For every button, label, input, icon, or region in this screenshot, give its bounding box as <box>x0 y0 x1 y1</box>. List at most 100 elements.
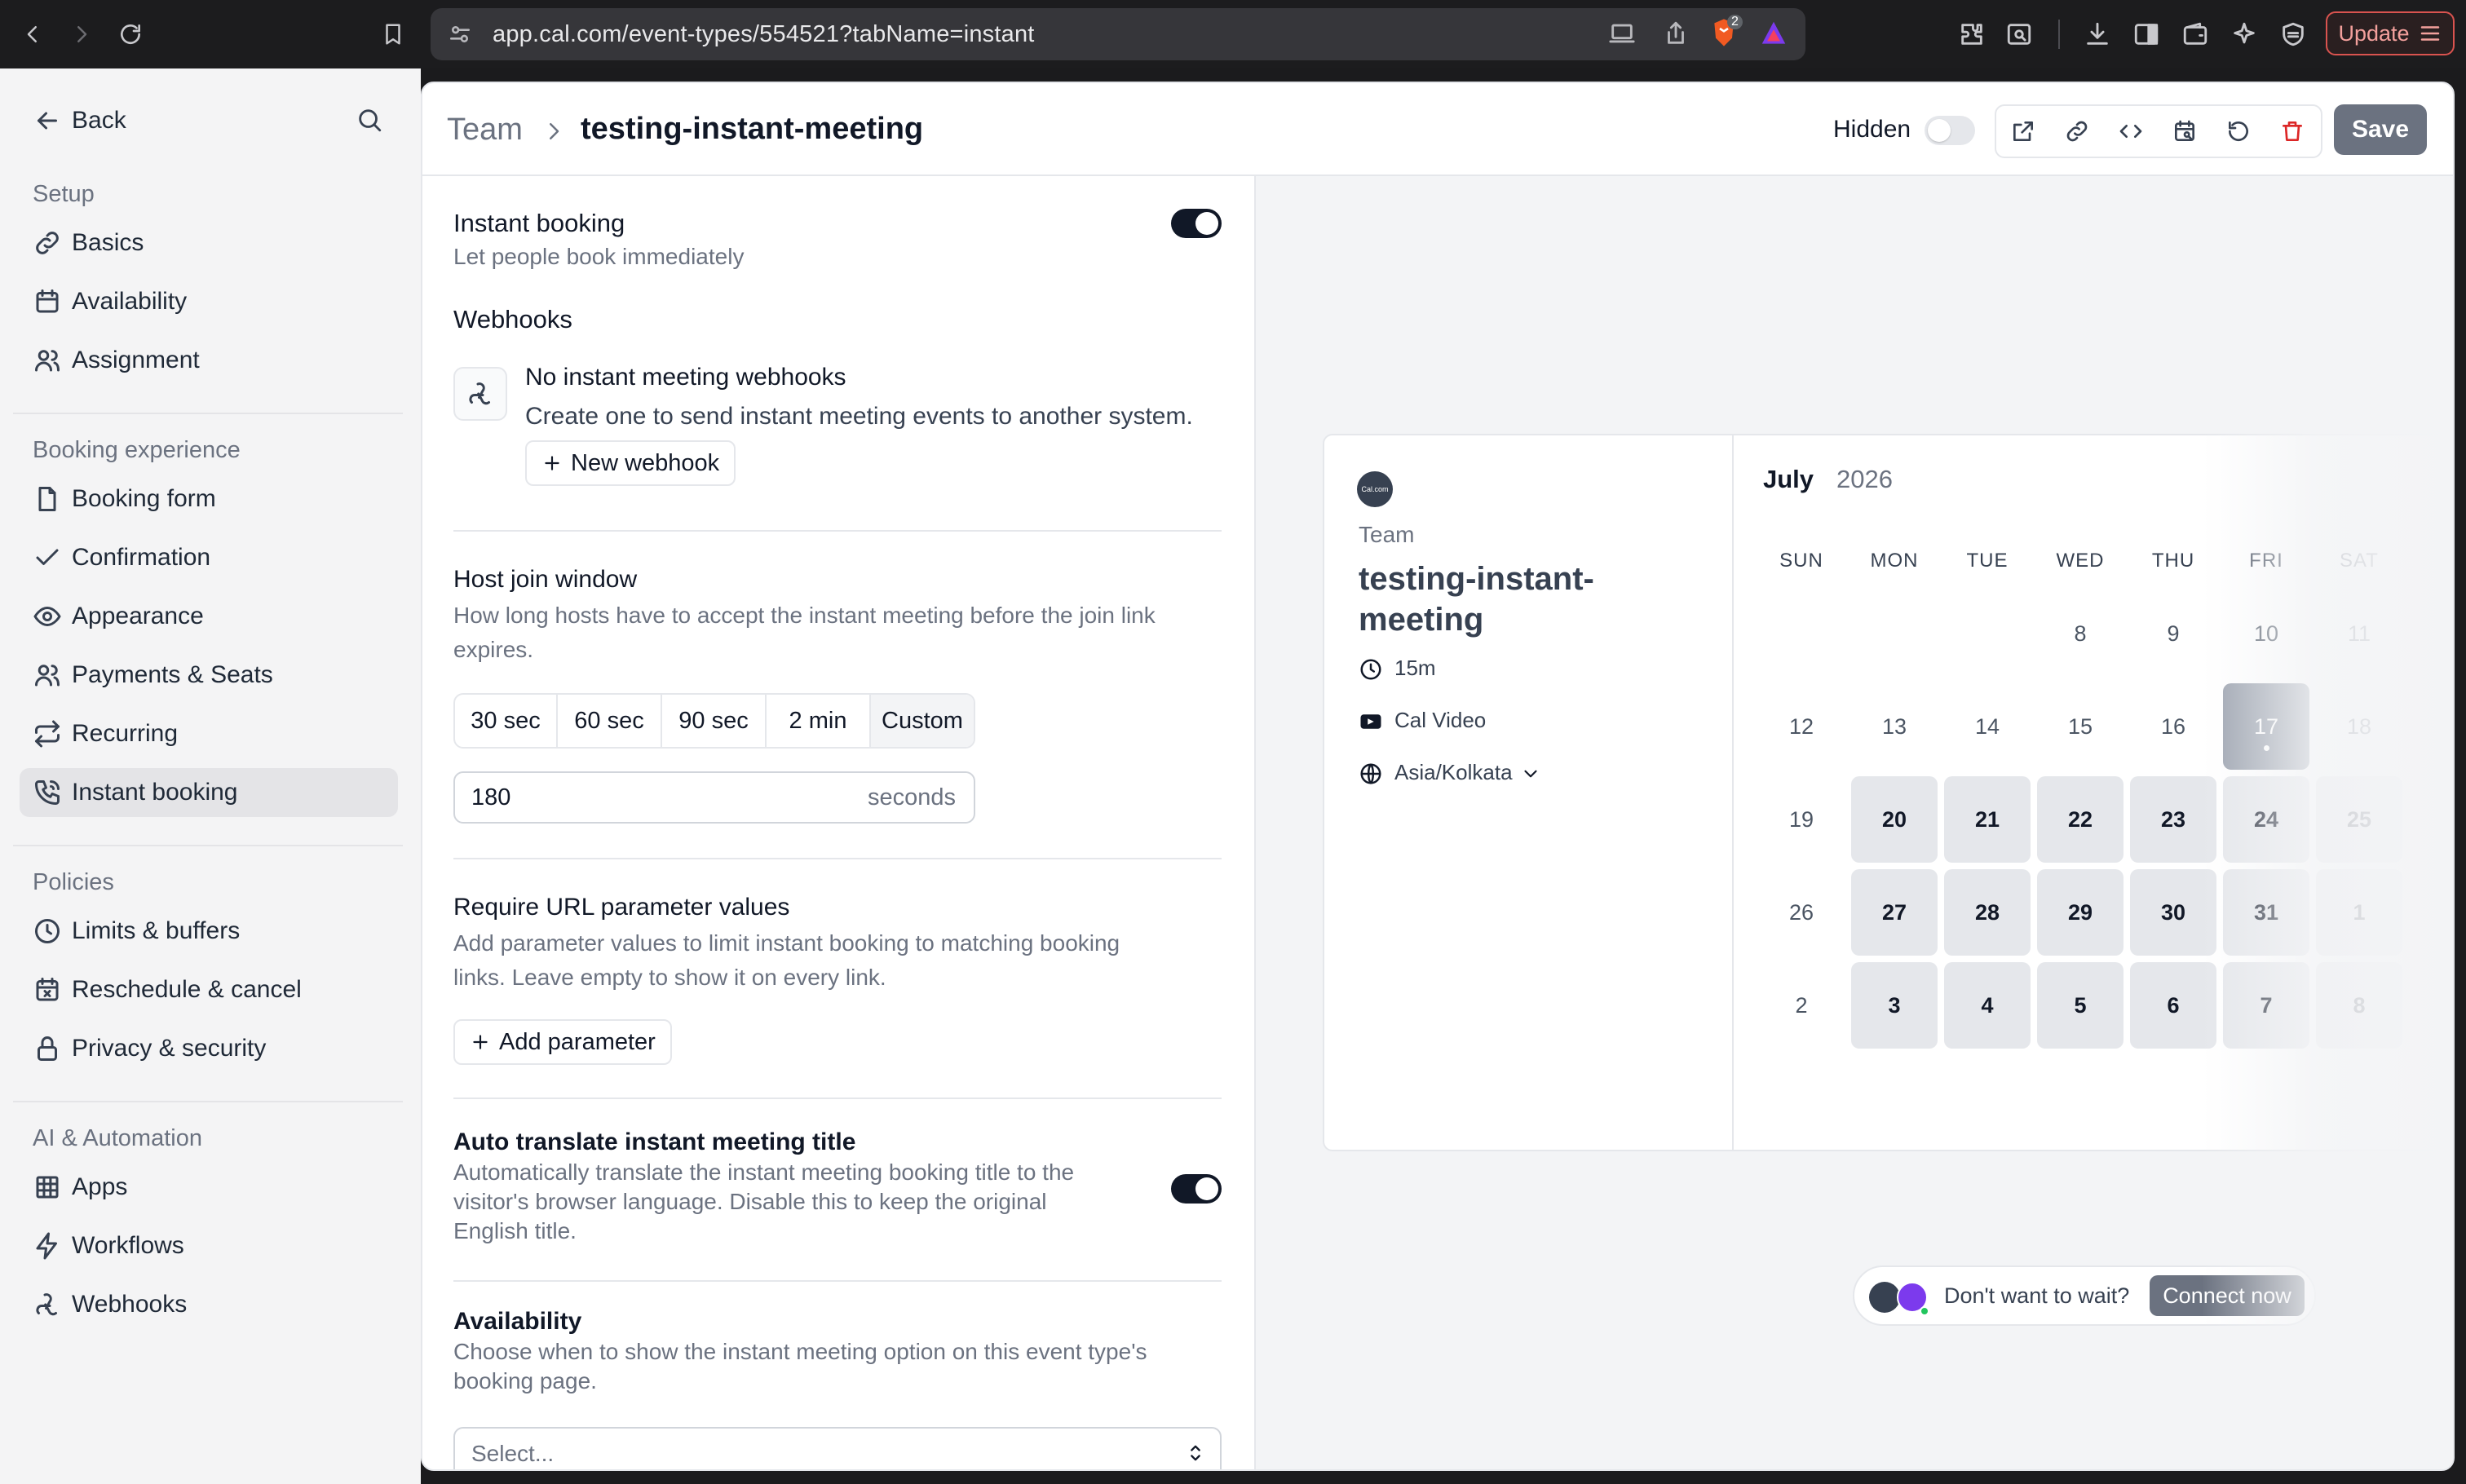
calendar-day[interactable]: 22 <box>2037 776 2124 863</box>
sidebar-item-availability[interactable]: Availability <box>20 277 398 326</box>
calendar-day[interactable]: 17 <box>2223 683 2309 770</box>
seconds-value[interactable]: 180 <box>471 784 510 811</box>
option-2-min[interactable]: 2 min <box>767 695 871 747</box>
calendar-day[interactable]: 21 <box>1944 776 2031 863</box>
option-90-sec[interactable]: 90 sec <box>662 695 767 747</box>
sidebar-item-privacy-security[interactable]: Privacy & security <box>20 1024 398 1073</box>
availability-select[interactable]: Select... <box>453 1427 1222 1469</box>
connect-now-button[interactable]: Connect now <box>2150 1275 2305 1316</box>
address-bar[interactable]: app.cal.com/event-types/554521?tabName=i… <box>431 8 1805 60</box>
hidden-toggle[interactable] <box>1925 116 1975 145</box>
calendar-day[interactable]: 30 <box>2130 869 2216 956</box>
toolbar-divider <box>2058 20 2060 49</box>
sidebar-item-recurring[interactable]: Recurring <box>20 709 398 758</box>
chevron-down-icon[interactable] <box>1520 763 1541 784</box>
calendar-day[interactable]: 4 <box>1944 962 2031 1049</box>
extensions-icon[interactable] <box>1954 16 1990 52</box>
breadcrumb-team[interactable]: Team <box>447 113 523 148</box>
option-custom[interactable]: Custom <box>871 695 974 747</box>
preview-timezone[interactable]: Asia/Kolkata <box>1394 760 1513 785</box>
sidebar-item-limits-buffers[interactable]: Limits & buffers <box>20 907 398 956</box>
calendar-day[interactable]: 24 <box>2223 776 2309 863</box>
embed-button[interactable] <box>2104 106 2158 157</box>
sidebar-item-assignment[interactable]: Assignment <box>20 336 398 385</box>
preview-button[interactable] <box>1996 106 2050 157</box>
auto-translate-toggle[interactable] <box>1171 1174 1222 1204</box>
option-60-sec[interactable]: 60 sec <box>558 695 662 747</box>
calendar-day[interactable]: 23 <box>2130 776 2216 863</box>
sidebar-item-booking-form[interactable]: Booking form <box>20 475 398 523</box>
brave-shields-icon[interactable]: 2 <box>1708 15 1743 52</box>
vpn-icon[interactable] <box>2275 16 2311 52</box>
select-placeholder: Select... <box>471 1441 555 1466</box>
leo-ai-icon[interactable] <box>2226 16 2262 52</box>
back-link[interactable]: Back <box>20 96 398 145</box>
sidebar-item-appearance[interactable]: Appearance <box>20 592 398 641</box>
save-button[interactable]: Save <box>2334 104 2427 155</box>
sidebar-item-reschedule-cancel[interactable]: Reschedule & cancel <box>20 965 398 1014</box>
forward-nav-icon[interactable] <box>64 16 99 52</box>
add-parameter-button[interactable]: Add parameter <box>453 1019 672 1065</box>
sidebar-item-label: Webhooks <box>72 1291 188 1318</box>
calendar-day[interactable]: 25 <box>2316 776 2402 863</box>
brave-rewards-icon[interactable] <box>1758 18 1791 51</box>
reset-button[interactable] <box>2212 106 2265 157</box>
main-panel: Team testing-instant-meeting Hidden Save… <box>421 82 2455 1471</box>
calendar-day[interactable]: 8 <box>2316 962 2402 1049</box>
sidebar-item-workflows[interactable]: Workflows <box>20 1221 398 1270</box>
sidebar-item-basics[interactable]: Basics <box>20 219 398 267</box>
sidebar-item-apps[interactable]: Apps <box>20 1163 398 1212</box>
back-nav-icon[interactable] <box>15 16 51 52</box>
calendar-day[interactable]: 7 <box>2223 962 2309 1049</box>
new-webhook-button[interactable]: New webhook <box>525 440 736 486</box>
delete-button[interactable] <box>2265 106 2319 157</box>
sidebar-item-webhooks[interactable]: Webhooks <box>20 1280 398 1329</box>
weekday-fri: FRI <box>2249 550 2283 572</box>
custom-seconds-input[interactable]: 180 seconds <box>453 771 975 824</box>
calendar-day[interactable]: 27 <box>1851 869 1938 956</box>
copy-link-button[interactable] <box>2050 106 2104 157</box>
downloads-icon[interactable] <box>2079 16 2115 52</box>
share-icon[interactable] <box>1662 20 1691 49</box>
calendar-icon <box>36 289 59 313</box>
sidebar-toggle-icon[interactable] <box>2128 16 2164 52</box>
calendar-day[interactable]: 29 <box>2037 869 2124 956</box>
section-divider <box>453 858 1222 859</box>
sidebar-item-instant-booking[interactable]: Instant booking <box>20 768 398 817</box>
url-params-description-1: Add parameter values to limit instant bo… <box>453 930 1120 956</box>
calendar-day[interactable]: 20 <box>1851 776 1938 863</box>
eye-icon <box>33 607 61 626</box>
url-text[interactable]: app.cal.com/event-types/554521?tabName=i… <box>493 21 1035 48</box>
option-30-sec[interactable]: 30 sec <box>455 695 558 747</box>
booker-card: Cal.com Team testing-instant- meeting 15… <box>1323 434 2453 1151</box>
instant-booking-toggle[interactable] <box>1171 209 1222 238</box>
event-actions <box>1995 104 2322 158</box>
sidebar-item-label: Assignment <box>72 347 200 373</box>
calendar-day[interactable]: 3 <box>1851 962 1938 1049</box>
site-settings-icon[interactable] <box>447 21 475 49</box>
calendar-day[interactable]: 5 <box>2037 962 2124 1049</box>
clock-icon <box>35 919 60 943</box>
sidebar-item-confirmation[interactable]: Confirmation <box>20 533 398 582</box>
section-heading-ai-automation: AI & Automation <box>33 1125 202 1151</box>
calendar-search-button[interactable] <box>2158 106 2212 157</box>
new-webhook-label: New webhook <box>571 449 720 476</box>
reload-icon[interactable] <box>113 16 148 52</box>
calendar-day: 14 <box>1974 713 2000 739</box>
sidebar-search-icon[interactable] <box>356 106 385 135</box>
update-button[interactable]: Update <box>2326 11 2455 55</box>
calendar-day[interactable]: 31 <box>2223 869 2309 956</box>
hidden-label: Hidden <box>1833 116 1911 143</box>
wallet-icon[interactable] <box>2177 16 2213 52</box>
weekday-sun: SUN <box>1779 550 1823 572</box>
sidebar-item-payments-seats[interactable]: Payments & Seats <box>20 651 398 700</box>
sidebar-item-label: Availability <box>72 288 188 315</box>
calendar-day[interactable]: 1 <box>2316 869 2402 956</box>
cast-icon[interactable] <box>1608 20 1637 49</box>
preview-team: Team <box>1359 522 1415 547</box>
reader-icon[interactable] <box>2001 16 2037 52</box>
calendar-day[interactable]: 28 <box>1944 869 2031 956</box>
event-meta: Cal.com Team testing-instant- meeting 15… <box>1324 435 1734 1150</box>
calendar-day[interactable]: 6 <box>2130 962 2216 1049</box>
bookmark-icon[interactable] <box>375 16 411 52</box>
